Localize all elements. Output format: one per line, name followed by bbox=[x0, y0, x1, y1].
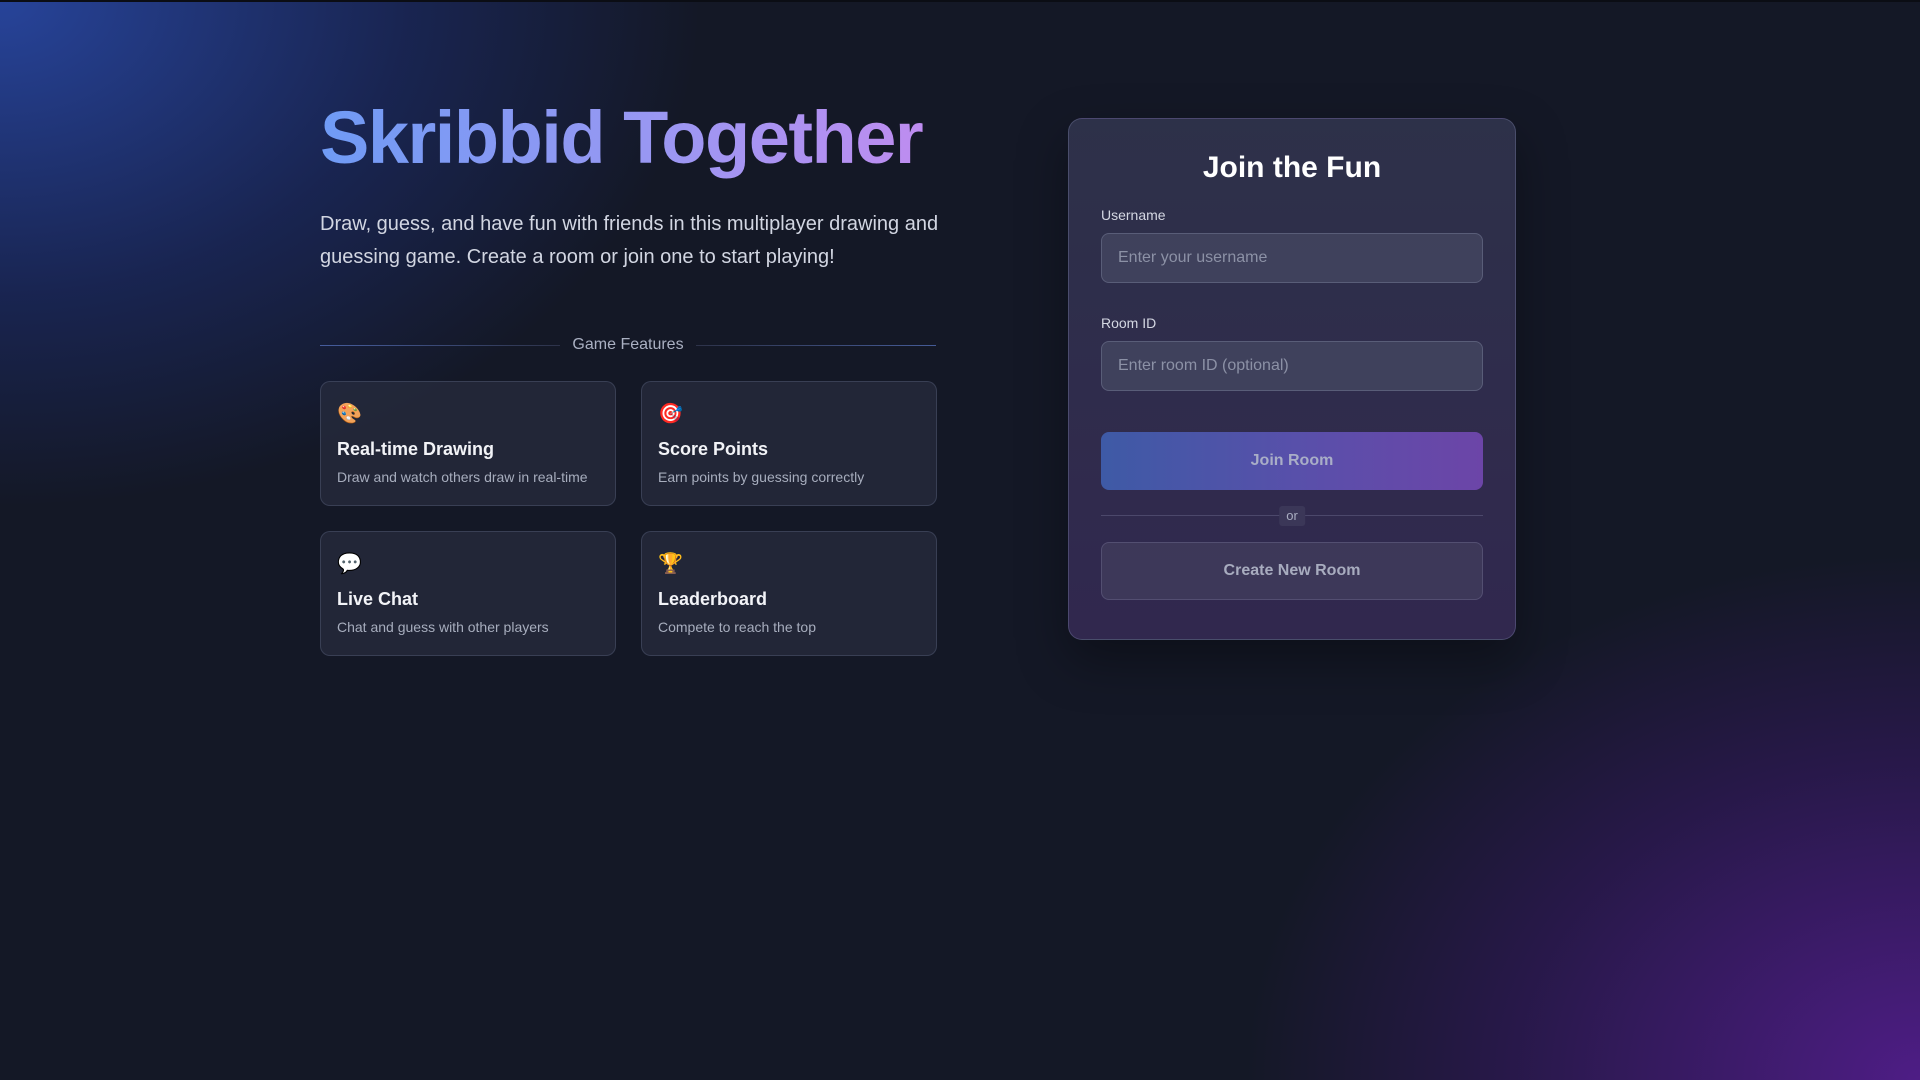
feature-description: Earn points by guessing correctly bbox=[658, 469, 865, 485]
feature-description: Compete to reach the top bbox=[658, 619, 816, 635]
feature-card-score-points: 🎯 Score Points Earn points by guessing c… bbox=[641, 381, 937, 506]
app-subtitle: Draw, guess, and have fun with friends i… bbox=[320, 213, 939, 268]
trophy-icon: 🏆 bbox=[658, 553, 683, 575]
or-divider-label: or bbox=[1279, 506, 1305, 526]
create-room-button[interactable]: Create New Room bbox=[1101, 542, 1483, 600]
join-panel-title: Join the Fun bbox=[1202, 151, 1382, 184]
feature-card-real-time-drawing: 🎨 Real-time Drawing Draw and watch other… bbox=[320, 381, 616, 506]
app-title: Skribbid Together bbox=[320, 94, 936, 182]
divider-line bbox=[695, 344, 936, 346]
hero-section: Skribbid Together Draw, guess, and have … bbox=[320, 94, 938, 274]
feature-card-live-chat: 💬 Live Chat Chat and guess with other pl… bbox=[320, 531, 616, 656]
room-id-label: Room ID bbox=[1101, 315, 1157, 331]
features-heading-label: Game Features bbox=[572, 336, 684, 353]
feature-title: Leaderboard bbox=[658, 589, 768, 609]
palette-icon: 🎨 bbox=[337, 403, 362, 425]
join-room-button[interactable]: Join Room bbox=[1101, 432, 1483, 490]
feature-title: Real-time Drawing bbox=[337, 439, 495, 459]
or-divider: or bbox=[1101, 506, 1483, 526]
username-label: Username bbox=[1101, 207, 1166, 223]
username-input[interactable] bbox=[1101, 233, 1483, 283]
feature-card-leaderboard: 🏆 Leaderboard Compete to reach the top bbox=[641, 531, 937, 656]
features-grid: 🎨 Real-time Drawing Draw and watch other… bbox=[320, 381, 937, 656]
feature-title: Live Chat bbox=[337, 589, 419, 609]
divider-line bbox=[320, 344, 561, 346]
feature-title: Score Points bbox=[658, 439, 769, 459]
speech-bubble-icon: 💬 bbox=[337, 553, 362, 575]
feature-description: Chat and guess with other players bbox=[337, 619, 549, 635]
feature-description: Draw and watch others draw in real-time bbox=[337, 469, 588, 485]
target-icon: 🎯 bbox=[658, 403, 683, 425]
room-id-input[interactable] bbox=[1101, 341, 1483, 391]
features-heading: Game Features bbox=[320, 332, 936, 358]
join-panel: Join the Fun Username Room ID Join Room … bbox=[1068, 118, 1516, 640]
